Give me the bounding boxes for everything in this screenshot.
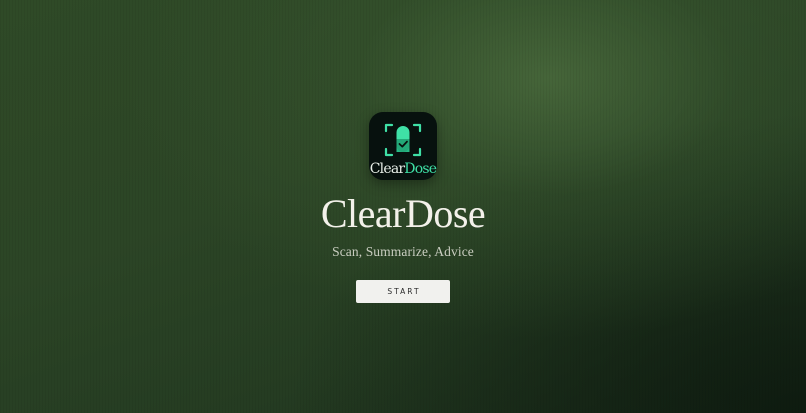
start-button[interactable]: START [356, 280, 450, 303]
logo-word-clear: Clear [369, 161, 405, 177]
splash-screen: ClearDose ClearDose Scan, Summarize, Adv… [0, 112, 806, 303]
logo-word-dose: Dose [404, 161, 437, 177]
app-title: ClearDose [320, 191, 486, 236]
app-tagline: Scan, Summarize, Advice [332, 244, 474, 259]
app-logo-wordmark: ClearDose [369, 161, 437, 177]
app-logo: ClearDose [369, 112, 437, 180]
pill-scan-icon [384, 123, 422, 157]
